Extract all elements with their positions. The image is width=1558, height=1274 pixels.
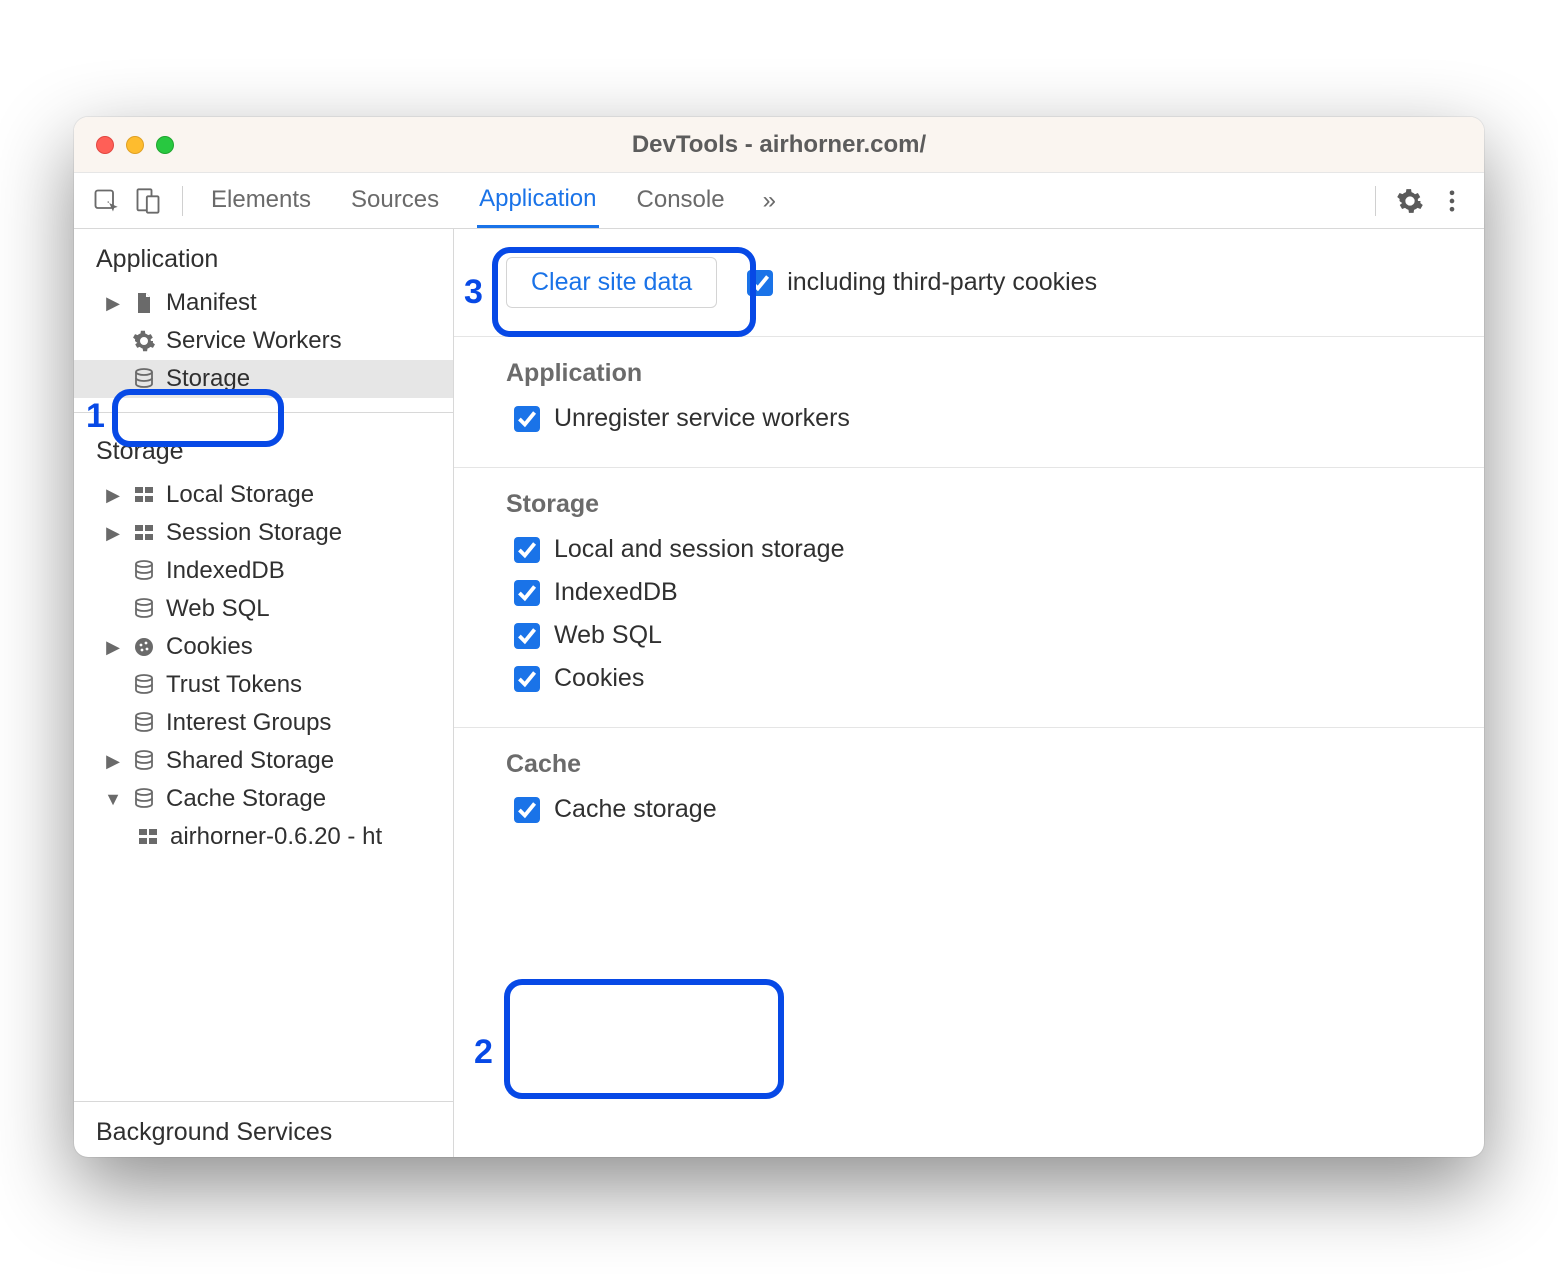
checkbox-checked-icon[interactable]	[747, 270, 773, 296]
database-icon	[132, 711, 156, 735]
database-icon	[132, 559, 156, 583]
checkbox-checked-icon[interactable]	[514, 580, 540, 606]
sidebar-section-application: Application	[74, 229, 453, 284]
sidebar-item-label: Web SQL	[166, 595, 270, 623]
section-header: Storage	[506, 490, 1444, 519]
sidebar-item-cache-storage[interactable]: ▼ Cache Storage	[74, 780, 453, 818]
checkbox-label: IndexedDB	[554, 578, 678, 607]
grid-icon	[132, 521, 156, 545]
sidebar-item-label: Storage	[166, 365, 250, 393]
window-title: DevTools - airhorner.com/	[74, 131, 1484, 159]
sidebar-item-storage[interactable]: Storage	[74, 360, 453, 398]
devtools-window: DevTools - airhorner.com/ Elements Sourc…	[74, 117, 1484, 1157]
third-party-cookies-checkbox-row[interactable]: including third-party cookies	[747, 268, 1097, 297]
sidebar-item-label: airhorner-0.6.20 - ht	[170, 823, 382, 851]
toolbar-divider	[1375, 186, 1376, 216]
inspect-icon[interactable]	[92, 187, 120, 215]
checkbox-local-session[interactable]: Local and session storage	[514, 535, 1444, 564]
sidebar-item-cookies[interactable]: ▶ Cookies	[74, 628, 453, 666]
checkbox-label: including third-party cookies	[787, 268, 1097, 297]
sidebar-item-label: Manifest	[166, 289, 257, 317]
clear-data-row: Clear site data including third-party co…	[454, 229, 1484, 337]
gear-icon	[132, 329, 156, 353]
sidebar: Application ▶ Manifest Service Workers S…	[74, 229, 454, 1157]
settings-icon[interactable]	[1396, 187, 1424, 215]
sidebar-item-label: Interest Groups	[166, 709, 331, 737]
checkbox-label: Web SQL	[554, 621, 662, 650]
sidebar-item-cache-entry[interactable]: airhorner-0.6.20 - ht	[74, 818, 453, 856]
checkbox-cache-storage[interactable]: Cache storage	[514, 795, 1444, 824]
chevron-right-icon: ▶	[104, 293, 122, 314]
checkbox-checked-icon[interactable]	[514, 797, 540, 823]
sidebar-section-storage: Storage	[74, 421, 453, 476]
grid-icon	[136, 825, 160, 849]
sidebar-item-label: Local Storage	[166, 481, 314, 509]
database-icon	[132, 597, 156, 621]
main-pane: Clear site data including third-party co…	[454, 229, 1484, 1157]
sidebar-item-shared-storage[interactable]: ▶ Shared Storage	[74, 742, 453, 780]
sidebar-item-trust-tokens[interactable]: Trust Tokens	[74, 666, 453, 704]
panel-tabs: Elements Sources Application Console »	[209, 175, 776, 227]
sidebar-item-interest-groups[interactable]: Interest Groups	[74, 704, 453, 742]
checkbox-checked-icon[interactable]	[514, 666, 540, 692]
section-header: Application	[506, 359, 1444, 388]
cookie-icon	[132, 635, 156, 659]
tab-console[interactable]: Console	[635, 176, 727, 226]
sidebar-item-label: Service Workers	[166, 327, 342, 355]
tab-elements[interactable]: Elements	[209, 176, 313, 226]
device-toggle-icon[interactable]	[134, 187, 162, 215]
sidebar-item-service-workers[interactable]: Service Workers	[74, 322, 453, 360]
database-icon	[132, 787, 156, 811]
chevron-down-icon: ▼	[104, 789, 122, 810]
checkbox-indexeddb[interactable]: IndexedDB	[514, 578, 1444, 607]
section-header: Cache	[506, 750, 1444, 779]
grid-icon	[132, 483, 156, 507]
main-toolbar: Elements Sources Application Console »	[74, 173, 1484, 229]
file-icon	[132, 291, 156, 315]
sidebar-item-indexeddb[interactable]: IndexedDB	[74, 552, 453, 590]
sidebar-item-label: Cache Storage	[166, 785, 326, 813]
checkbox-websql[interactable]: Web SQL	[514, 621, 1444, 650]
checkbox-label: Cache storage	[554, 795, 717, 824]
sidebar-item-label: Session Storage	[166, 519, 342, 547]
section-application: Application Unregister service workers	[454, 337, 1484, 455]
checkbox-checked-icon[interactable]	[514, 537, 540, 563]
checkbox-checked-icon[interactable]	[514, 623, 540, 649]
chevron-right-icon: ▶	[104, 485, 122, 506]
checkbox-unregister-sw[interactable]: Unregister service workers	[514, 404, 1444, 433]
tab-application[interactable]: Application	[477, 175, 598, 228]
more-tabs-icon[interactable]: »	[763, 187, 776, 215]
clear-site-data-button[interactable]: Clear site data	[506, 257, 717, 308]
sidebar-section-background: Background Services	[74, 1102, 453, 1157]
kebab-menu-icon[interactable]	[1438, 187, 1466, 215]
database-icon	[132, 367, 156, 391]
checkbox-label: Unregister service workers	[554, 404, 850, 433]
checkbox-checked-icon[interactable]	[514, 406, 540, 432]
checkbox-label: Cookies	[554, 664, 644, 693]
toolbar-divider	[182, 186, 183, 216]
sidebar-item-local-storage[interactable]: ▶ Local Storage	[74, 476, 453, 514]
sidebar-item-manifest[interactable]: ▶ Manifest	[74, 284, 453, 322]
checkbox-cookies[interactable]: Cookies	[514, 664, 1444, 693]
chevron-right-icon: ▶	[104, 637, 122, 658]
database-icon	[132, 749, 156, 773]
sidebar-item-label: IndexedDB	[166, 557, 285, 585]
sidebar-item-session-storage[interactable]: ▶ Session Storage	[74, 514, 453, 552]
sidebar-item-label: Shared Storage	[166, 747, 334, 775]
sidebar-item-label: Trust Tokens	[166, 671, 302, 699]
tab-sources[interactable]: Sources	[349, 176, 441, 226]
sidebar-item-websql[interactable]: Web SQL	[74, 590, 453, 628]
database-icon	[132, 673, 156, 697]
chevron-right-icon: ▶	[104, 523, 122, 544]
section-cache: Cache Cache storage	[454, 728, 1484, 846]
section-storage: Storage Local and session storage Indexe…	[454, 468, 1484, 715]
sidebar-item-label: Cookies	[166, 633, 253, 661]
chevron-right-icon: ▶	[104, 751, 122, 772]
titlebar: DevTools - airhorner.com/	[74, 117, 1484, 173]
checkbox-label: Local and session storage	[554, 535, 844, 564]
